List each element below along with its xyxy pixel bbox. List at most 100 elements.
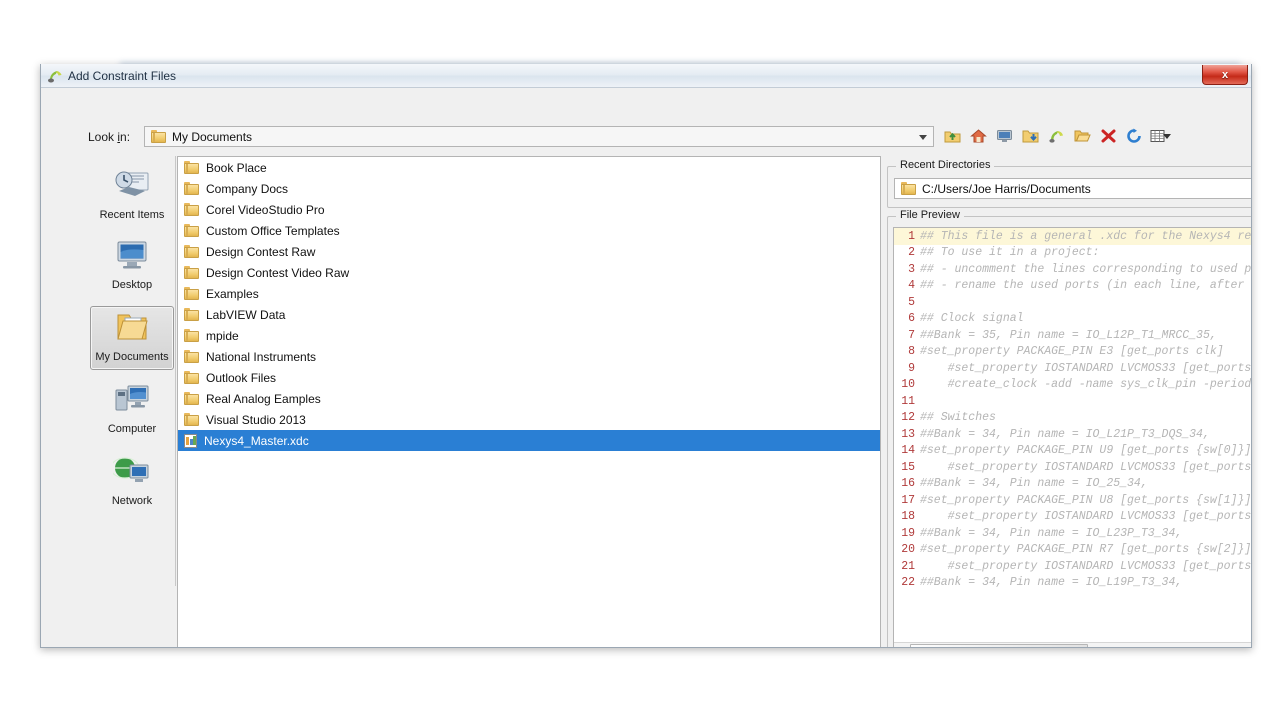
desktop-icon[interactable]: [993, 125, 1016, 147]
look-in-combobox[interactable]: My Documents: [144, 126, 934, 147]
file-preview-code[interactable]: 1 ## This file is a general .xdc for the …: [894, 228, 1252, 642]
create-new-folder-icon[interactable]: [1019, 125, 1042, 147]
code-line: 7 ##Bank = 35, Pin name = IO_L12P_T1_MRCC…: [894, 327, 1251, 344]
close-icon[interactable]: x: [1202, 65, 1248, 85]
list-item[interactable]: National Instruments: [178, 346, 880, 367]
code-line: 21 #set_property IOSTANDARD LVCMOS33 [ge…: [894, 558, 1252, 575]
sidebar-item-my-documents[interactable]: My Documents: [90, 306, 174, 370]
code-line: 1 ## This file is a general .xdc for the …: [894, 228, 1251, 245]
file-name-label: Custom Office Templates: [206, 223, 340, 238]
preview-horizontal-scrollbar[interactable]: ◀ ☰ ▶: [894, 642, 1252, 648]
delete-icon[interactable]: [1097, 125, 1120, 147]
code-line: 17 #set_property PACKAGE_PIN U8 [get_port…: [894, 492, 1251, 509]
list-item[interactable]: Examples: [178, 283, 880, 304]
folder-icon: [184, 224, 199, 237]
file-name-label: Design Contest Raw: [206, 244, 316, 259]
my-documents-icon: [115, 311, 149, 348]
code-line: 20 #set_property PACKAGE_PIN R7 [get_port…: [894, 542, 1251, 559]
horizontal-scroll-thumb[interactable]: ☰: [910, 644, 1088, 647]
line-number: 4: [908, 279, 915, 293]
list-item[interactable]: Outlook Files: [178, 367, 880, 388]
line-number: 13: [901, 427, 915, 441]
list-item[interactable]: LabVIEW Data: [178, 304, 880, 325]
sidebar-item-recent-items[interactable]: Recent Items: [90, 162, 174, 226]
line-text: #set_property IOSTANDARD LVCMOS33 [get_p…: [920, 510, 1252, 524]
line-number: 10: [901, 378, 915, 392]
folder-icon: [184, 392, 199, 405]
line-text: ##Bank = 34, Pin name = IO_25_34,: [920, 477, 1148, 491]
file-dialog-toolbar: [941, 124, 1172, 148]
open-folder-icon[interactable]: [1071, 125, 1094, 147]
look-in-label: Look in:: [88, 130, 131, 144]
list-item[interactable]: Company Docs: [178, 178, 880, 199]
line-number: 3: [908, 262, 915, 276]
list-item[interactable]: mpide: [178, 325, 880, 346]
scroll-right-icon[interactable]: ▶: [1251, 644, 1252, 648]
line-number: 8: [908, 345, 915, 359]
list-item[interactable]: Real Analog Eamples: [178, 388, 880, 409]
recent-directories-combobox[interactable]: C:/Users/Joe Harris/Documents: [894, 178, 1251, 199]
file-name-label: Design Contest Video Raw: [206, 265, 350, 280]
line-number: 21: [901, 559, 915, 573]
list-item[interactable]: Corel VideoStudio Pro: [178, 199, 880, 220]
line-text: #set_property IOSTANDARD LVCMOS33 [get_p…: [920, 460, 1252, 474]
chevron-down-icon[interactable]: [1163, 133, 1171, 139]
line-number: 17: [901, 493, 915, 507]
look-in-value: My Documents: [172, 129, 253, 144]
code-line: 19 ##Bank = 34, Pin name = IO_L23P_T3_34,: [894, 525, 1251, 542]
code-line: 2 ## To use it in a project:: [894, 245, 1251, 262]
line-number: 12: [901, 411, 915, 425]
vivado-logo-icon: [46, 68, 64, 84]
sidebar-item-label: Recent Items: [99, 209, 165, 221]
folder-icon: [184, 413, 199, 426]
line-text: ##Bank = 35, Pin name = IO_L12P_T1_MRCC_…: [920, 328, 1217, 342]
line-number: 20: [901, 543, 915, 557]
vivado-project-directory-icon[interactable]: [1045, 125, 1068, 147]
sidebar-item-label: My Documents: [95, 351, 169, 363]
dialog-titlebar[interactable]: Add Constraint Files x: [41, 64, 1251, 88]
view-options-icon[interactable]: [1149, 125, 1172, 147]
list-item-selected[interactable]: Nexys4_Master.xdc: [178, 430, 880, 451]
file-name-label: National Instruments: [206, 349, 317, 364]
recent-directories-title: Recent Directories: [896, 159, 995, 171]
code-line: 9 #set_property IOSTANDARD LVCMOS33 [get…: [894, 360, 1251, 377]
code-line: 16 ##Bank = 34, Pin name = IO_25_34,: [894, 476, 1251, 493]
line-text: ## Switches: [920, 411, 996, 425]
refresh-icon[interactable]: [1123, 125, 1146, 147]
network-icon: [110, 455, 151, 492]
file-list[interactable]: Book Place Company Docs Corel VideoStudi…: [177, 156, 881, 647]
code-line: 12 ## Switches: [894, 410, 1251, 427]
scroll-left-icon[interactable]: ◀: [894, 644, 909, 648]
line-number: 1: [908, 229, 915, 243]
list-item[interactable]: Visual Studio 2013: [178, 409, 880, 430]
code-line: 14 #set_property PACKAGE_PIN U9 [get_port…: [894, 443, 1251, 460]
line-text: #set_property IOSTANDARD LVCMOS33 [get_p…: [920, 559, 1252, 573]
sidebar-item-network[interactable]: Network: [90, 450, 174, 514]
chevron-down-icon[interactable]: [919, 135, 927, 140]
file-name-label: Nexys4_Master.xdc: [204, 433, 309, 448]
line-text: ## To use it in a project:: [920, 246, 1100, 260]
line-text: #set_property PACKAGE_PIN E3 [get_ports …: [920, 345, 1224, 359]
home-directory-icon[interactable]: [967, 125, 990, 147]
code-line: 18 #set_property IOSTANDARD LVCMOS33 [ge…: [894, 509, 1252, 526]
list-item[interactable]: Custom Office Templates: [178, 220, 880, 241]
line-text: ##Bank = 34, Pin name = IO_L21P_T3_DQS_3…: [920, 427, 1210, 441]
list-item[interactable]: Book Place: [178, 157, 880, 178]
list-item[interactable]: Design Contest Video Raw: [178, 262, 880, 283]
file-preview-panel: 1 ## This file is a general .xdc for the …: [893, 227, 1252, 648]
sidebar-item-desktop[interactable]: Desktop: [90, 234, 174, 298]
folder-icon: [184, 161, 199, 174]
folder-icon: [184, 350, 199, 363]
line-number: 11: [901, 394, 915, 408]
parent-directory-icon[interactable]: [941, 125, 964, 147]
code-line: 5: [894, 294, 1251, 311]
line-number: 7: [908, 328, 915, 342]
folder-icon: [184, 182, 199, 195]
sidebar-item-label: Computer: [107, 423, 157, 435]
line-number: 18: [901, 510, 915, 524]
line-number: 19: [901, 526, 915, 540]
file-name-label: LabVIEW Data: [206, 307, 286, 322]
sidebar-item-computer[interactable]: Computer: [90, 378, 174, 442]
line-text: ##Bank = 34, Pin name = IO_L23P_T3_34,: [920, 526, 1183, 540]
list-item[interactable]: Design Contest Raw: [178, 241, 880, 262]
